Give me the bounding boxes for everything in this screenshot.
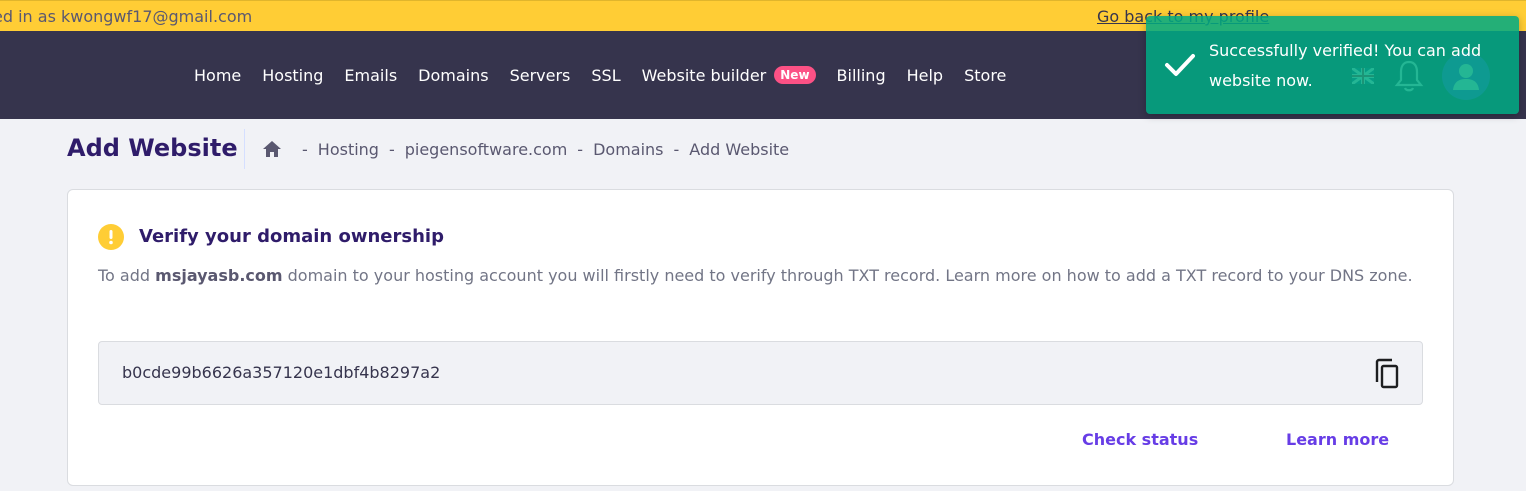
success-toast[interactable]: Successfully verified! You can add websi…: [1146, 16, 1519, 114]
logged-in-text: ed in as kwongwf17@gmail.com: [0, 7, 253, 26]
breadcrumb-item-domains[interactable]: Domains: [593, 140, 663, 159]
nav-item-hosting[interactable]: Hosting: [262, 66, 323, 85]
nav-item-website-builder[interactable]: Website builder New: [642, 66, 816, 85]
nav-item-home[interactable]: Home: [194, 66, 241, 85]
breadcrumb-item-current: Add Website: [689, 139, 790, 159]
txt-record-field[interactable]: b0cde99b6626a357120e1dbf4b8297a2: [98, 341, 1423, 405]
breadcrumb-separator: -: [673, 139, 680, 159]
nav-menu: Home Hosting Emails Domains Servers SSL …: [194, 31, 1027, 119]
breadcrumb-separator: -: [302, 139, 308, 159]
nav-item-store[interactable]: Store: [964, 66, 1006, 85]
nav-item-website-builder-label: Website builder: [641, 65, 767, 85]
check-status-button[interactable]: Check status: [1082, 430, 1198, 449]
nav-item-ssl[interactable]: SSL: [591, 66, 620, 85]
card-description: To add msjayasb.com domain to your hosti…: [98, 261, 1428, 291]
nav-item-servers[interactable]: Servers: [510, 66, 571, 85]
nav-item-domains[interactable]: Domains: [418, 66, 488, 85]
nav-item-help[interactable]: Help: [907, 66, 943, 85]
check-icon: [1165, 54, 1195, 76]
title-divider: [244, 129, 245, 169]
domain-name: msjayasb.com: [155, 266, 283, 285]
nav-item-emails[interactable]: Emails: [344, 66, 397, 85]
desc-suffix: domain to your hosting account you will …: [282, 266, 1413, 285]
verify-domain-card: Verify your domain ownership To add msja…: [67, 189, 1454, 486]
card-title: Verify your domain ownership: [139, 226, 444, 247]
breadcrumb: - Hosting - piegensoftware.com - Domains…: [262, 139, 789, 159]
learn-more-link[interactable]: Learn more: [1286, 430, 1389, 449]
txt-record-value: b0cde99b6626a357120e1dbf4b8297a2: [122, 363, 441, 382]
breadcrumb-item-hosting[interactable]: Hosting: [318, 140, 379, 159]
copy-icon[interactable]: [1373, 358, 1401, 390]
breadcrumb-separator: -: [577, 139, 584, 159]
desc-prefix: To add: [98, 266, 156, 285]
warning-icon: [98, 224, 124, 250]
breadcrumb-item-domain[interactable]: piegensoftware.com: [405, 140, 568, 159]
breadcrumb-separator: -: [388, 139, 395, 159]
nav-item-billing[interactable]: Billing: [837, 66, 886, 85]
page-title: Add Website: [67, 134, 238, 162]
new-badge: New: [774, 66, 816, 84]
home-icon[interactable]: [262, 140, 282, 158]
toast-message: Successfully verified! You can add websi…: [1209, 41, 1482, 90]
